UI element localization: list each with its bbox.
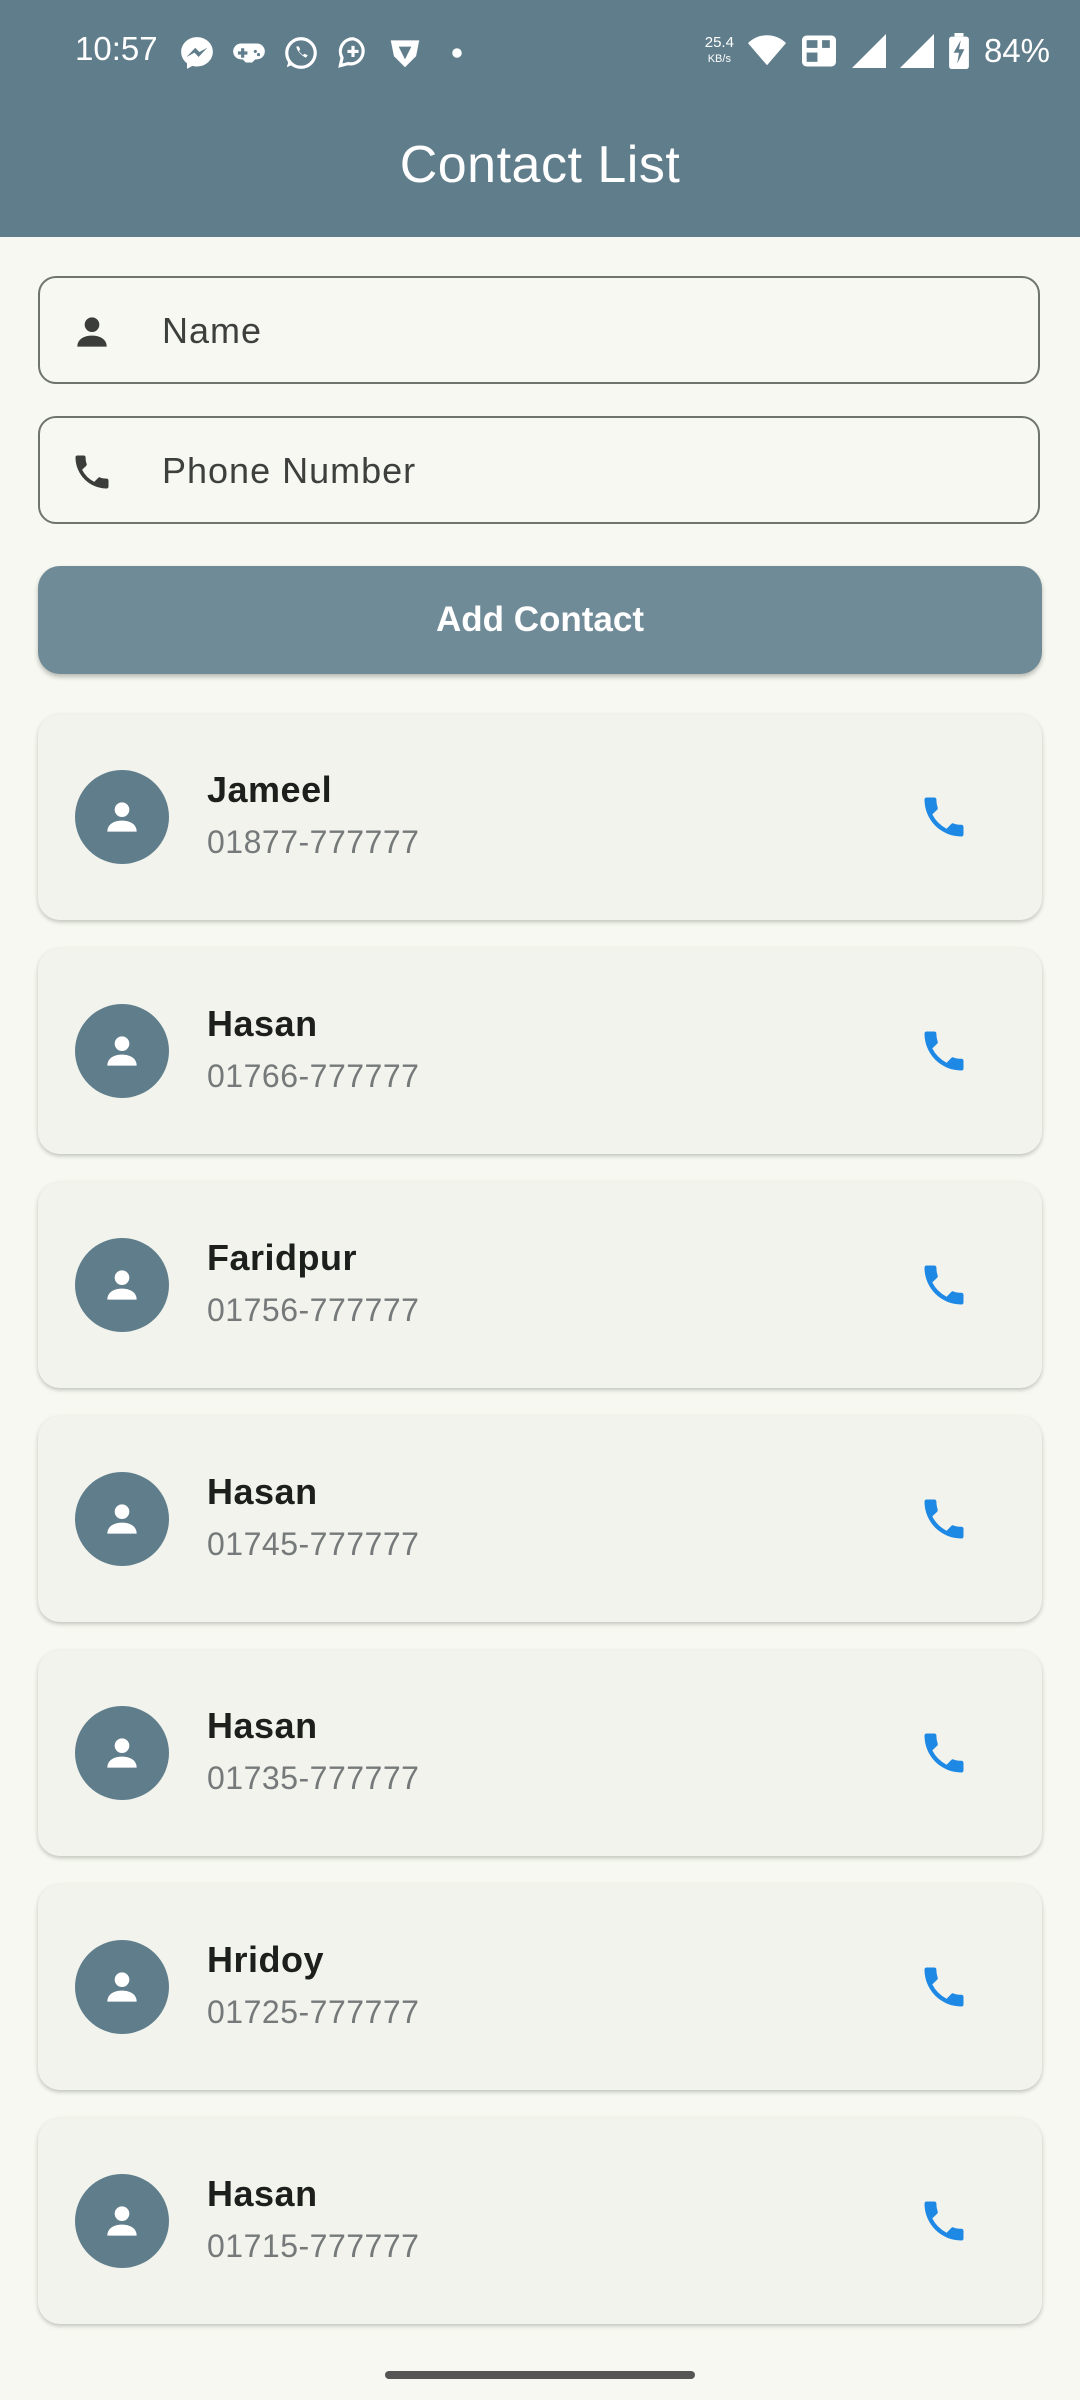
person-icon: [107, 1270, 137, 1300]
phone-icon: [924, 1733, 964, 1773]
phone-icon: [924, 1031, 964, 1071]
wifi-icon: [747, 35, 786, 66]
signal-1-icon: [851, 34, 886, 68]
call-button[interactable]: [918, 791, 970, 843]
contact-card[interactable]: Hridoy 01725-777777: [38, 1884, 1042, 2090]
call-button[interactable]: [918, 1727, 970, 1779]
call-button[interactable]: [918, 1025, 970, 1077]
person-icon: [107, 2206, 137, 2236]
contact-name: Hasan: [207, 1471, 318, 1512]
call-button[interactable]: [918, 1961, 970, 2013]
avatar: [75, 770, 169, 864]
contact-card[interactable]: Jameel 01877-777777: [38, 714, 1042, 920]
contact-card[interactable]: Faridpur 01756-777777: [38, 1182, 1042, 1388]
notification-icons: [178, 34, 476, 72]
phone-icon: [924, 2201, 964, 2241]
contact-card[interactable]: Hasan 01735-777777: [38, 1650, 1042, 1856]
contact-phone: 01745-777777: [207, 1526, 420, 1562]
network-speed-value: 25.4: [704, 34, 734, 51]
person-icon: [107, 802, 137, 832]
person-icon: [107, 1972, 137, 2002]
status-right-group: 25.4 KB/s 84%: [705, 32, 1050, 70]
contact-phone: 01735-777777: [207, 1760, 420, 1796]
network-speed-unit: KB/s: [707, 53, 731, 65]
avatar: [75, 1238, 169, 1332]
battery-percentage: 84%: [983, 32, 1050, 69]
contact-card[interactable]: Hasan 01715-777777: [38, 2118, 1042, 2324]
phone-icon: [924, 797, 964, 837]
call-button[interactable]: [918, 2195, 970, 2247]
avatar: [75, 2174, 169, 2268]
contact-phone: 01725-777777: [207, 1994, 420, 2030]
contact-card[interactable]: Hasan 01766-777777: [38, 948, 1042, 1154]
page-title: Contact List: [399, 136, 681, 194]
more-notifications-dot-icon: [438, 34, 476, 72]
call-button[interactable]: [918, 1493, 970, 1545]
contact-name: Hasan: [207, 1705, 318, 1746]
contact-phone: 01766-777777: [207, 1058, 420, 1094]
contact-phone: 01756-777777: [207, 1292, 420, 1328]
game-icon: [230, 34, 268, 72]
messenger-icon: [178, 34, 216, 72]
contact-name: Hasan: [207, 2173, 318, 2214]
network-speed: 25.4 KB/s: [705, 35, 734, 67]
phone-icon: [70, 450, 114, 494]
vpn-shield-icon: [386, 34, 424, 72]
status-time: 10:57: [75, 30, 158, 67]
contact-phone: 01715-777777: [207, 2228, 420, 2264]
chat-add-icon: [334, 34, 372, 72]
avatar: [75, 1940, 169, 2034]
signal-2-icon: [899, 34, 934, 68]
avatar: [75, 1004, 169, 1098]
phone-field[interactable]: [38, 416, 1040, 524]
phone-icon: [924, 1265, 964, 1305]
person-icon: [70, 310, 114, 354]
status-bar: 10:57 25.4 KB/s 84%: [0, 0, 1080, 105]
avatar: [75, 1706, 169, 1800]
person-icon: [107, 1738, 137, 1768]
call-button[interactable]: [918, 1259, 970, 1311]
person-icon: [107, 1036, 137, 1066]
contact-list: Jameel 01877-777777 Hasan 01766-777777 Farid…: [38, 714, 1042, 2352]
avatar: [75, 1472, 169, 1566]
home-indicator[interactable]: [385, 2371, 695, 2379]
volte-icon: [801, 35, 836, 67]
whatsapp-icon: [282, 34, 320, 72]
app-bar: 10:57 25.4 KB/s 84% Contact List: [0, 0, 1080, 237]
person-icon: [107, 1504, 137, 1534]
contact-name: Hasan: [207, 1003, 318, 1044]
contact-phone: 01877-777777: [207, 824, 420, 860]
contact-name: Hridoy: [207, 1939, 325, 1980]
phone-icon: [924, 1499, 964, 1539]
name-input[interactable]: [160, 278, 1024, 384]
add-contact-button[interactable]: Add Contact: [38, 566, 1042, 674]
contact-name: Jameel: [207, 769, 333, 810]
name-field[interactable]: [38, 276, 1040, 384]
phone-icon: [924, 1967, 964, 2007]
battery-charging-icon: [949, 33, 969, 69]
phone-input[interactable]: [160, 418, 1024, 524]
contact-name: Faridpur: [207, 1237, 358, 1278]
contact-card[interactable]: Hasan 01745-777777: [38, 1416, 1042, 1622]
